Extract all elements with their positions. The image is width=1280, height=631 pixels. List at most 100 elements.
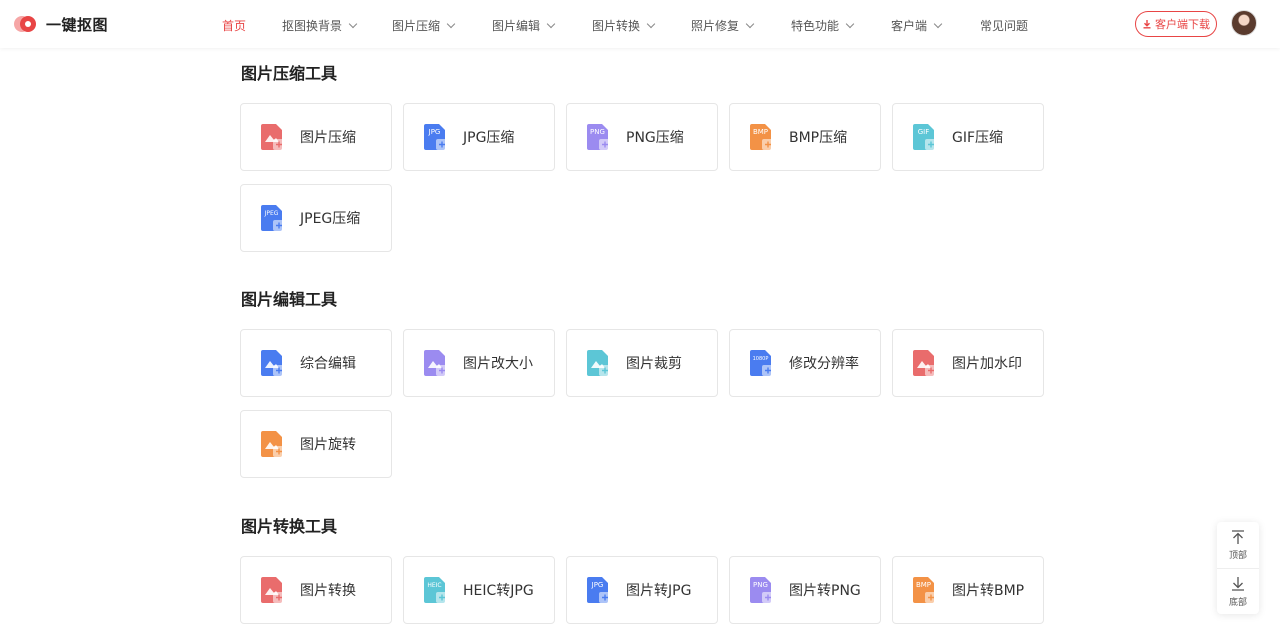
nav-item-8[interactable]: 常见问题 — [980, 17, 1028, 34]
download-label: 客户端下载 — [1155, 18, 1210, 31]
tool-card[interactable]: GIF GIF压缩 — [892, 103, 1044, 171]
tool-label: 图片转PNG — [789, 583, 861, 599]
nav-item-1[interactable]: 抠图换背景 — [282, 17, 358, 34]
tool-card[interactable]: PNG PNG压缩 — [566, 103, 718, 171]
tool-card[interactable]: BMP BMP压缩 — [729, 103, 881, 171]
image-convert-icon — [260, 576, 286, 604]
section-title: 图片转换工具 — [241, 517, 338, 536]
nav-item-6[interactable]: 特色功能 — [791, 17, 855, 34]
svg-text:HEIC: HEIC — [427, 582, 441, 589]
arrow-up-icon — [1232, 530, 1244, 544]
gif-compress-icon: GIF — [912, 123, 938, 151]
chevron-down-icon — [745, 19, 755, 29]
tool-card[interactable]: PNG 图片转PNG — [729, 556, 881, 624]
chevron-down-icon — [845, 19, 855, 29]
svg-text:JPG: JPG — [428, 128, 441, 136]
top-label: 顶部 — [1228, 551, 1247, 561]
arrow-down-icon — [1232, 576, 1244, 591]
tool-card[interactable]: JPG 图片转JPG — [566, 556, 718, 624]
resize-icon — [423, 349, 449, 377]
tool-label: 图片加水印 — [952, 356, 1022, 372]
to-jpg-icon: JPG — [586, 576, 612, 604]
jpg-compress-icon: JPG — [423, 123, 449, 151]
nav-item-label: 常见问题 — [980, 19, 1029, 33]
tool-card[interactable]: 图片压缩 — [240, 103, 392, 171]
svg-text:BMP: BMP — [916, 581, 931, 589]
tool-label: BMP压缩 — [789, 130, 848, 146]
user-avatar[interactable] — [1231, 10, 1257, 36]
logo-icon — [14, 16, 38, 32]
tool-label: 图片转BMP — [952, 583, 1025, 599]
nav-item-label: 客户端 — [891, 19, 928, 33]
tool-card[interactable]: 图片转换 — [240, 556, 392, 624]
to-png-icon: PNG — [749, 576, 775, 604]
tool-label: JPG压缩 — [463, 130, 515, 146]
svg-text:JPG: JPG — [591, 581, 604, 589]
chevron-down-icon — [348, 19, 358, 29]
svg-text:PNG: PNG — [590, 128, 605, 136]
tool-label: 综合编辑 — [300, 356, 356, 372]
chevron-down-icon — [446, 19, 456, 29]
nav-item-3[interactable]: 图片编辑 — [492, 17, 556, 34]
svg-text:GIF: GIF — [918, 128, 930, 136]
tool-card[interactable]: BMP 图片转BMP — [892, 556, 1044, 624]
nav-item-2[interactable]: 图片压缩 — [392, 17, 456, 34]
tool-card[interactable]: 图片裁剪 — [566, 329, 718, 397]
tool-card[interactable]: 图片旋转 — [240, 410, 392, 478]
tool-label: 图片压缩 — [300, 130, 356, 146]
section-title: 图片编辑工具 — [241, 290, 338, 309]
tool-card[interactable]: 图片加水印 — [892, 329, 1044, 397]
tool-label: PNG压缩 — [626, 130, 684, 146]
tool-card[interactable]: HEIC HEIC转JPG — [403, 556, 555, 624]
tool-label: HEIC转JPG — [463, 583, 534, 599]
image-compress-icon — [260, 123, 286, 151]
tool-card[interactable]: 综合编辑 — [240, 329, 392, 397]
bottom-label: 底部 — [1228, 597, 1247, 608]
tool-label: JPEG压缩 — [300, 211, 361, 227]
brand-name: 一键抠图 — [46, 15, 109, 34]
nav-item-label: 图片压缩 — [392, 19, 441, 33]
download-icon — [1143, 20, 1151, 29]
go-to-bottom-button[interactable]: 底部 — [1217, 568, 1259, 614]
rotate-icon — [260, 430, 286, 458]
nav-item-label: 首页 — [222, 19, 247, 33]
watermark-icon — [912, 349, 938, 377]
top-header: 一键抠图 首页 抠图换背景 图片压缩 图片编辑 图片转换 照片修复 特色功能 客户端 常见问题 … — [0, 0, 1280, 48]
nav-item-5[interactable]: 照片修复 — [691, 17, 755, 34]
png-compress-icon: PNG — [586, 123, 612, 151]
tool-label: 图片裁剪 — [626, 356, 682, 372]
tool-label: 图片改大小 — [463, 356, 533, 372]
tool-card[interactable]: 1080P 修改分辨率 — [729, 329, 881, 397]
resolution-icon: 1080P — [749, 349, 775, 377]
chevron-down-icon — [546, 19, 556, 29]
nav-item-label: 特色功能 — [791, 19, 840, 33]
svg-text:PNG: PNG — [753, 581, 768, 589]
tool-card[interactable]: JPEG JPEG压缩 — [240, 184, 392, 252]
nav-item-0[interactable]: 首页 — [222, 17, 246, 34]
crop-icon — [586, 349, 612, 377]
tool-label: 图片旋转 — [300, 437, 356, 453]
section-title: 图片压缩工具 — [241, 64, 338, 83]
svg-text:1080P: 1080P — [753, 356, 769, 362]
edit-icon — [260, 349, 286, 377]
client-download-button[interactable]: 客户端下载 — [1135, 11, 1217, 37]
bmp-compress-icon: BMP — [749, 123, 775, 151]
tool-label: 修改分辨率 — [789, 356, 859, 372]
back-to-top-button[interactable]: 顶部 — [1217, 522, 1259, 568]
nav-item-4[interactable]: 图片转换 — [592, 17, 656, 34]
nav-item-label: 抠图换背景 — [282, 19, 343, 33]
heic-to-jpg-icon: HEIC — [423, 576, 449, 604]
svg-text:JPEG: JPEG — [264, 210, 279, 217]
tool-label: 图片转换 — [300, 583, 356, 599]
chevron-down-icon — [646, 19, 656, 29]
tool-card[interactable]: 图片改大小 — [403, 329, 555, 397]
scroll-float: 顶部 底部 — [1217, 522, 1259, 614]
tool-card[interactable]: JPG JPG压缩 — [403, 103, 555, 171]
nav-item-7[interactable]: 客户端 — [891, 17, 943, 34]
chevron-down-icon — [933, 19, 943, 29]
tool-label: GIF压缩 — [952, 130, 1004, 146]
nav-item-label: 图片编辑 — [492, 19, 541, 33]
nav-item-label: 照片修复 — [691, 19, 740, 33]
brand-logo[interactable]: 一键抠图 — [14, 11, 108, 37]
to-bmp-icon: BMP — [912, 576, 938, 604]
